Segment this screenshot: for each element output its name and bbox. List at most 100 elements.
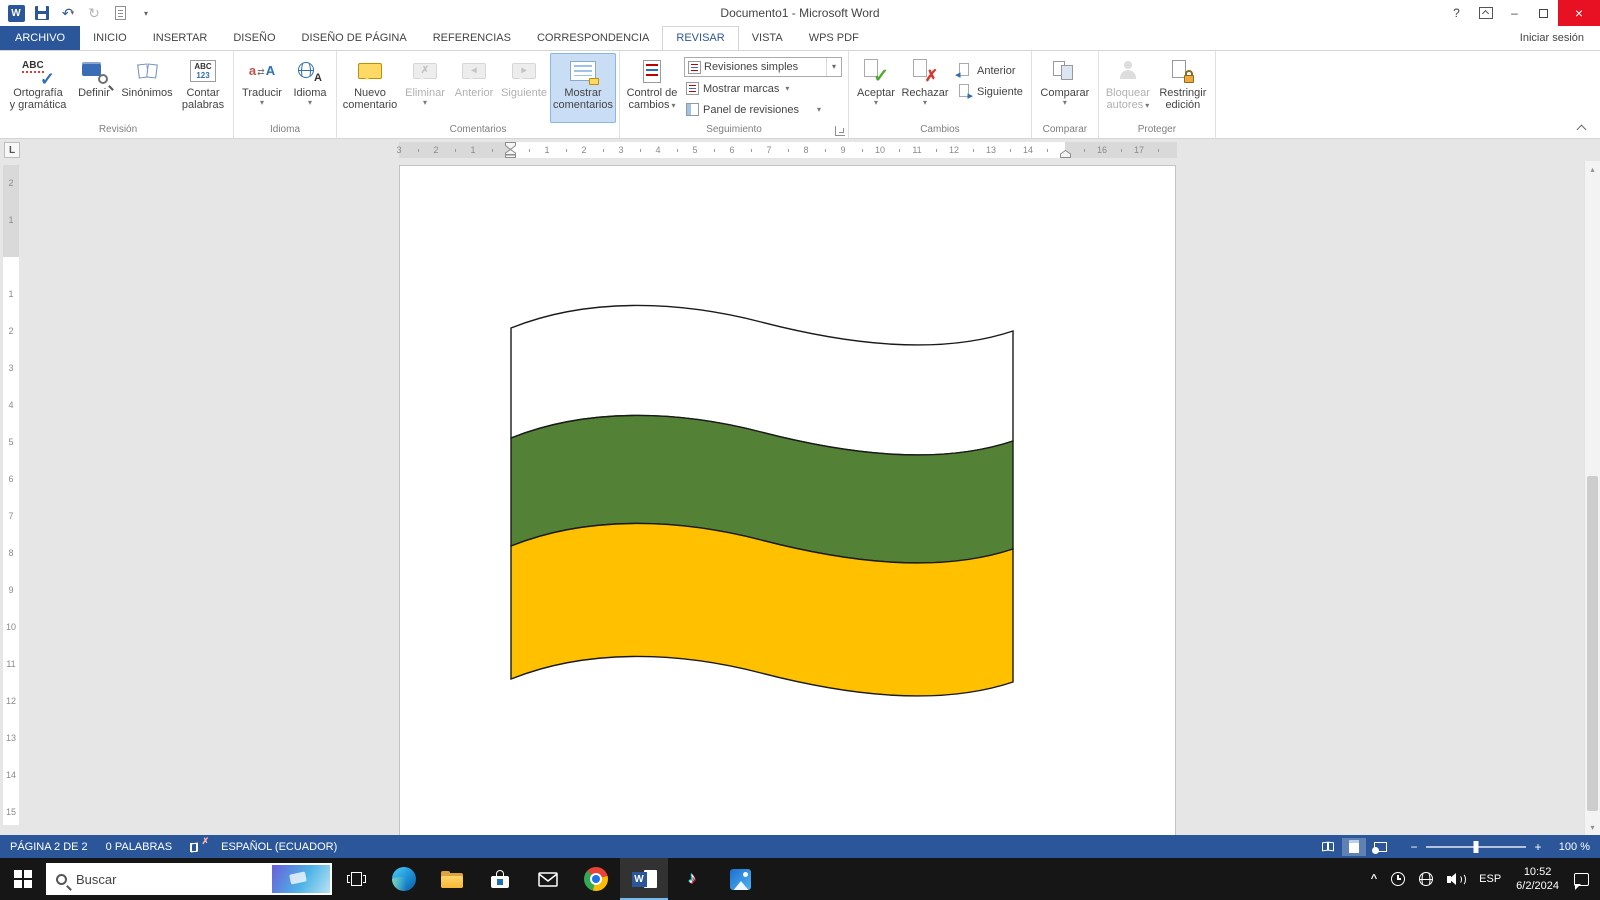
print-layout-button[interactable] bbox=[1342, 838, 1366, 856]
group-label-comentarios: Comentarios bbox=[337, 123, 619, 138]
action-center-button[interactable] bbox=[1567, 858, 1596, 900]
taskbar-file-explorer-button[interactable] bbox=[428, 858, 476, 900]
track-changes-button[interactable]: Control decambios▾ bbox=[623, 53, 681, 123]
new-comment-button[interactable]: Nuevocomentario bbox=[340, 53, 400, 123]
hidden-icons-button[interactable]: ^ bbox=[1364, 858, 1384, 900]
taskbar-word-button[interactable]: W bbox=[620, 858, 668, 900]
taskbar-mail-button[interactable] bbox=[524, 858, 572, 900]
group-proteger: Bloquearautores▾ Restringiredición Prote… bbox=[1099, 51, 1216, 138]
start-button[interactable] bbox=[0, 858, 46, 900]
customize-qat-button[interactable]: ▾ bbox=[136, 2, 156, 24]
taskbar-search[interactable]: Buscar bbox=[46, 863, 332, 895]
zoom-out-button[interactable]: − bbox=[1406, 840, 1422, 854]
maximize-button[interactable] bbox=[1529, 0, 1558, 26]
reviewing-pane-button[interactable]: Panel de revisiones ▾ bbox=[684, 100, 842, 119]
tab-vista[interactable]: VISTA bbox=[739, 26, 796, 50]
collapse-ribbon-button[interactable] bbox=[1576, 123, 1588, 133]
block-authors-button[interactable]: Bloquearautores▾ bbox=[1102, 53, 1154, 123]
sign-in-link[interactable]: Iniciar sesión bbox=[1520, 26, 1600, 50]
maximize-icon bbox=[1539, 9, 1548, 18]
tab-referencias[interactable]: REFERENCIAS bbox=[420, 26, 524, 50]
page-indicator[interactable]: PÁGINA 2 DE 2 bbox=[10, 841, 88, 853]
ribbon-display-options-button[interactable] bbox=[1471, 0, 1500, 26]
save-button[interactable] bbox=[32, 2, 52, 24]
tray-clock-button[interactable] bbox=[1384, 858, 1412, 900]
scroll-up-icon[interactable]: ▴ bbox=[1585, 161, 1600, 177]
undo-dropdown-icon[interactable]: ▾ bbox=[71, 9, 75, 17]
delete-comment-button[interactable]: ✗ Eliminar ▾ bbox=[400, 53, 450, 123]
scroll-down-icon[interactable]: ▾ bbox=[1585, 819, 1600, 835]
vertical-scrollbar[interactable]: ▴ ▾ bbox=[1584, 161, 1600, 835]
tab-dise-o[interactable]: DISEÑO bbox=[220, 26, 288, 50]
tab-archivo[interactable]: ARCHIVO bbox=[0, 26, 80, 50]
dialog-launcher-icon[interactable] bbox=[835, 126, 845, 136]
spelling-grammar-button[interactable]: ABC✓ Ortografíay gramática bbox=[6, 53, 70, 123]
next-change-button[interactable]: ▸ Siguiente bbox=[953, 82, 1025, 101]
taskbar-photos-button[interactable] bbox=[716, 858, 764, 900]
show-markup-icon bbox=[686, 82, 699, 95]
language-indicator[interactable]: ESPAÑOL (ECUADOR) bbox=[221, 841, 337, 853]
minimize-button[interactable]: – bbox=[1500, 0, 1529, 26]
search-highlights-image[interactable] bbox=[272, 865, 330, 893]
translate-button[interactable]: a⇄A Traducir ▾ bbox=[237, 53, 287, 123]
clock-date-button[interactable]: 10:526/2/2024 bbox=[1508, 858, 1567, 900]
reject-button[interactable]: ✗ Rechazar ▾ bbox=[900, 53, 950, 123]
thesaurus-icon bbox=[138, 64, 157, 78]
accept-button[interactable]: ✓ Aceptar ▾ bbox=[852, 53, 900, 123]
compare-button[interactable]: Comparar ▾ bbox=[1035, 53, 1095, 123]
zoom-in-button[interactable]: + bbox=[1530, 840, 1546, 854]
tab-correspondencia[interactable]: CORRESPONDENCIA bbox=[524, 26, 662, 50]
scrollbar-thumb[interactable] bbox=[1587, 476, 1598, 811]
taskbar-tiktok-button[interactable]: ♪ bbox=[668, 858, 716, 900]
zoom-slider[interactable] bbox=[1426, 846, 1526, 848]
tray-volume-button[interactable] bbox=[1440, 858, 1472, 900]
right-indent-marker[interactable] bbox=[1060, 150, 1071, 158]
help-button[interactable]: ? bbox=[1442, 0, 1471, 26]
tab-inicio[interactable]: INICIO bbox=[80, 26, 140, 50]
undo-button[interactable]: ↶▾ bbox=[58, 2, 78, 24]
display-for-review-combobox[interactable]: Revisiones simples ▾ bbox=[684, 57, 842, 77]
zoom-level[interactable]: 100 % bbox=[1546, 841, 1590, 853]
web-layout-button[interactable] bbox=[1368, 838, 1392, 856]
ruler-tick bbox=[899, 149, 900, 152]
thesaurus-button[interactable]: Sinónimos bbox=[118, 53, 176, 123]
word-app-icon[interactable]: W bbox=[6, 2, 26, 24]
h-ruler[interactable]: 32112345678910111213141617 bbox=[399, 142, 1177, 158]
taskbar-store-button[interactable] bbox=[476, 858, 524, 900]
proofing-status-icon[interactable]: ✗ bbox=[190, 840, 207, 854]
chevron-down-icon: ▾ bbox=[785, 84, 789, 93]
touch-mode-button[interactable] bbox=[110, 2, 130, 24]
hanging-indent-marker[interactable] bbox=[505, 149, 516, 158]
document-page[interactable] bbox=[399, 165, 1176, 835]
flag-shape[interactable] bbox=[506, 298, 1018, 710]
word-count-indicator[interactable]: 0 PALABRAS bbox=[106, 841, 172, 853]
task-view-button[interactable] bbox=[332, 858, 380, 900]
tab-dise-o-de-p-gina[interactable]: DISEÑO DE PÁGINA bbox=[289, 26, 420, 50]
tab-wps-pdf[interactable]: WPS PDF bbox=[796, 26, 872, 50]
previous-change-button[interactable]: ◂ Anterior bbox=[953, 61, 1025, 80]
previous-comment-button[interactable]: ◂ Anterior bbox=[450, 53, 498, 123]
language-button[interactable]: A Idioma ▾ bbox=[287, 53, 333, 123]
zoom-slider-thumb[interactable] bbox=[1474, 841, 1479, 853]
tray-network-button[interactable] bbox=[1412, 858, 1440, 900]
redo-button[interactable]: ↻ bbox=[84, 2, 104, 24]
next-comment-button[interactable]: ▸ Siguiente bbox=[498, 53, 550, 123]
photos-icon bbox=[730, 869, 751, 890]
delete-comment-icon: ✗ bbox=[413, 63, 437, 79]
tab-revisar[interactable]: REVISAR bbox=[662, 26, 738, 50]
tab-insertar[interactable]: INSERTAR bbox=[140, 26, 221, 50]
window-controls: ? – × bbox=[1442, 0, 1600, 26]
input-language-button[interactable]: ESP bbox=[1472, 858, 1508, 900]
show-comments-button[interactable]: Mostrarcomentarios bbox=[550, 53, 616, 123]
show-markup-button[interactable]: Mostrar marcas ▾ bbox=[684, 79, 842, 98]
define-button[interactable]: Definir bbox=[70, 53, 118, 123]
tab-stop-selector[interactable]: L bbox=[4, 142, 20, 158]
close-button[interactable]: × bbox=[1558, 0, 1600, 26]
taskbar-edge-button[interactable] bbox=[380, 858, 428, 900]
v-ruler[interactable]: 21123456789101112131415 bbox=[3, 165, 19, 825]
read-mode-button[interactable] bbox=[1316, 838, 1340, 856]
restrict-editing-button[interactable]: Restringiredición bbox=[1154, 53, 1212, 123]
word-count-button[interactable]: ABC123 Contarpalabras bbox=[176, 53, 230, 123]
taskbar-chrome-button[interactable] bbox=[572, 858, 620, 900]
chevron-down-icon[interactable]: ▾ bbox=[826, 58, 841, 76]
